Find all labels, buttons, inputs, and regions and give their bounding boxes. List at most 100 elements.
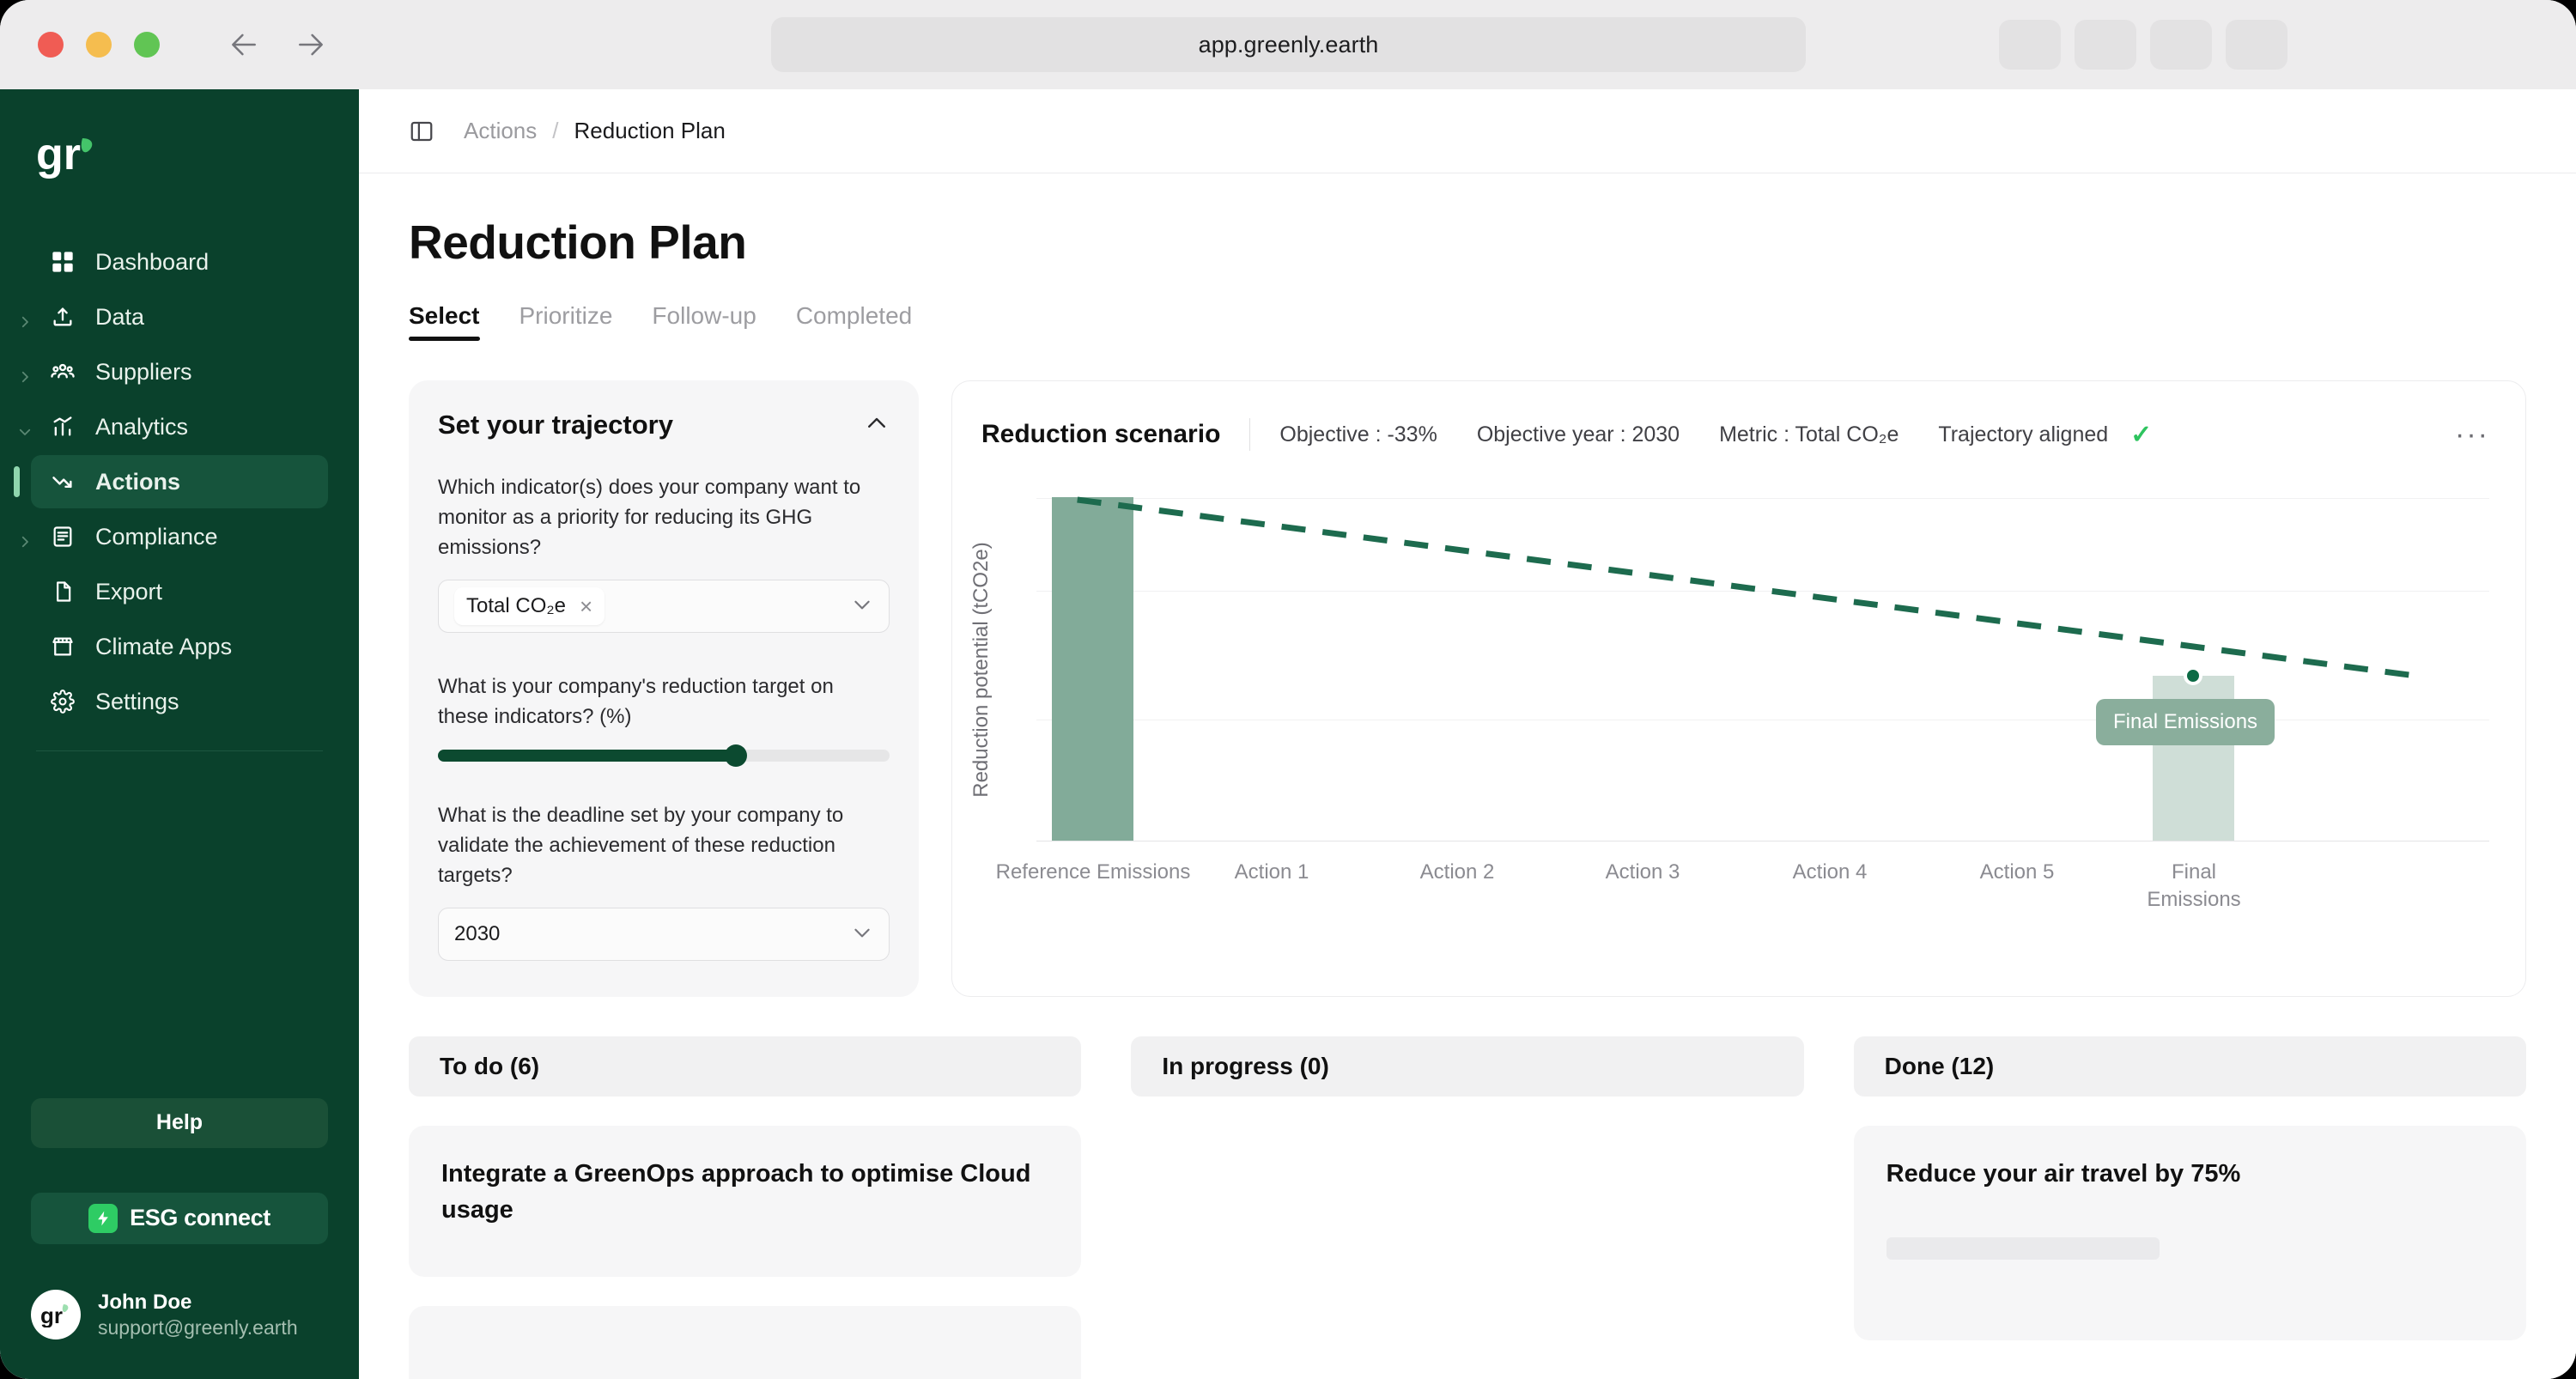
greenly-logo[interactable]: gr <box>36 129 328 182</box>
scenario-header: Reduction scenario Objective : -33% Obje… <box>981 410 2489 459</box>
task-card[interactable]: Integrate a GreenOps approach to optimis… <box>409 1126 1082 1278</box>
x-tick-label: Action 3 <box>1605 860 1680 884</box>
chevron-right-icon <box>17 364 33 383</box>
bar-chart-icon <box>48 412 77 441</box>
deadline-question: What is the deadline set by your company… <box>438 803 844 887</box>
x-tick-label: Final Emissions <box>2147 860 2241 912</box>
sidebar-item-label: Settings <box>95 688 179 714</box>
task-title: Integrate a GreenOps approach to optimis… <box>441 1160 1031 1224</box>
toolbar-button-4[interactable] <box>2226 20 2287 70</box>
chart-tooltip: Final Emissions <box>2096 699 2275 745</box>
chevron-down-icon[interactable] <box>851 593 873 620</box>
chevron-right-icon <box>17 529 33 548</box>
breadcrumb-bar: Actions / Reduction Plan <box>359 89 2576 173</box>
set-trajectory-title: Set your trajectory <box>438 410 673 440</box>
deadline-value: 2030 <box>454 922 501 946</box>
set-trajectory-card: Set your trajectory Which indicator(s) d… <box>409 380 919 998</box>
sidebar-item-label: Compliance <box>95 523 218 550</box>
sidebar-toggle-icon[interactable] <box>409 118 434 144</box>
kanban-column-in-progress: In progress (0) <box>1131 1036 1804 1379</box>
sidebar-item-export[interactable]: Export <box>31 565 328 618</box>
minimize-window-button[interactable] <box>86 32 112 58</box>
tab-select[interactable]: Select <box>409 302 480 341</box>
set-trajectory-header: Set your trajectory <box>438 410 890 440</box>
indicator-question: Which indicator(s) does your company wan… <box>438 476 861 559</box>
page-header: Reduction Plan Select Prioritize Follow-… <box>359 173 2576 341</box>
sidebar-item-climate-apps[interactable]: Climate Apps <box>31 620 328 673</box>
sidebar-item-settings[interactable]: Settings <box>31 675 328 728</box>
forward-button[interactable] <box>294 27 328 62</box>
target-question: What is your company's reduction target … <box>438 675 834 729</box>
user-email: support@greenly.earth <box>98 1316 298 1340</box>
maximize-window-button[interactable] <box>134 32 160 58</box>
document-list-icon <box>48 522 77 551</box>
sidebar-item-data[interactable]: Data <box>21 290 328 343</box>
user-profile[interactable]: gr John Doe support@greenly.earth <box>31 1289 328 1379</box>
breadcrumb-current: Reduction Plan <box>574 118 726 143</box>
scenario-chart: Reduction potential (tCO2e) Final Emissi… <box>969 498 2489 841</box>
grid-icon <box>48 247 77 276</box>
reduction-target-slider[interactable] <box>438 744 890 767</box>
chevron-down-icon[interactable] <box>851 921 873 948</box>
page-title: Reduction Plan <box>409 216 747 269</box>
esg-connect-label: ESG connect <box>130 1205 270 1231</box>
close-window-button[interactable] <box>38 32 64 58</box>
upload-icon <box>48 302 77 331</box>
address-bar[interactable]: app.greenly.earth <box>771 17 1806 72</box>
indicator-chip-label: Total CO₂e <box>466 594 567 618</box>
chevron-up-icon[interactable] <box>864 410 890 440</box>
slider-thumb[interactable] <box>725 744 748 767</box>
indicator-chip[interactable]: Total CO₂e × <box>454 587 605 626</box>
main-content: Actions / Reduction Plan Reduction Plan … <box>359 89 2576 1379</box>
reduction-scenario-card: Reduction scenario Objective : -33% Obje… <box>951 380 2526 998</box>
toolbar-button-3[interactable] <box>2150 20 2212 70</box>
task-card[interactable] <box>409 1306 1082 1379</box>
ellipsis-icon[interactable]: ··· <box>2455 418 2489 452</box>
back-button[interactable] <box>227 27 261 62</box>
sidebar-item-label: Dashboard <box>95 248 210 275</box>
target-trajectory-line <box>1036 498 2489 841</box>
breadcrumb-parent[interactable]: Actions <box>464 118 537 144</box>
help-button[interactable]: Help <box>31 1097 328 1148</box>
divider <box>1249 418 1251 451</box>
deadline-select[interactable]: 2030 <box>438 908 890 962</box>
tab-completed[interactable]: Completed <box>796 302 912 341</box>
sidebar-item-dashboard[interactable]: Dashboard <box>31 235 328 289</box>
browser-toolbar: app.greenly.earth <box>0 0 2576 89</box>
tab-follow-up[interactable]: Follow-up <box>652 302 756 341</box>
sidebar-nav: Dashboard Data Suppliers Analytics Actio… <box>14 235 328 751</box>
tab-prioritize[interactable]: Prioritize <box>519 302 613 341</box>
url-text: app.greenly.earth <box>1198 31 1379 58</box>
sidebar-item-actions[interactable]: Actions <box>14 455 328 508</box>
sidebar-item-suppliers[interactable]: Suppliers <box>21 345 328 398</box>
indicator-select[interactable]: Total CO₂e × <box>438 580 890 634</box>
lightning-bolt-icon <box>88 1203 118 1233</box>
check-icon: ✓ <box>2130 420 2153 449</box>
esg-connect-button[interactable]: ESG connect <box>31 1192 328 1244</box>
column-header: In progress (0) <box>1131 1036 1804 1097</box>
kanban-column-done: Done (12) Reduce your air travel by 75% <box>1853 1036 2526 1379</box>
metric-value: Metric : Total CO₂e <box>1719 422 1899 447</box>
slider-fill <box>438 749 737 762</box>
window-controls <box>38 32 160 58</box>
sidebar-item-compliance[interactable]: Compliance <box>21 510 328 563</box>
svg-text:gr: gr <box>40 1303 63 1327</box>
sidebar-item-label: Climate Apps <box>95 633 233 659</box>
task-card[interactable]: Reduce your air travel by 75% <box>1853 1126 2526 1341</box>
column-header: To do (6) <box>409 1036 1082 1097</box>
sidebar-item-analytics[interactable]: Analytics <box>19 400 328 453</box>
chart-y-axis-label: Reduction potential (tCO2e) <box>969 542 993 798</box>
x-tick-label: Action 2 <box>1419 860 1495 884</box>
svg-text:gr: gr <box>36 131 81 179</box>
avatar: gr <box>31 1290 81 1340</box>
toolbar-button-2[interactable] <box>2075 20 2136 70</box>
toolbar-button-1[interactable] <box>1999 20 2061 70</box>
chart-x-tick-labels: Reference Emissions Action 1 Action 2 Ac… <box>996 859 2489 919</box>
trajectory-status: Trajectory aligned <box>1938 422 2109 447</box>
navigation-buttons <box>227 27 328 62</box>
close-icon[interactable]: × <box>580 595 592 617</box>
sidebar-item-label: Data <box>95 303 145 330</box>
x-tick-label: Action 1 <box>1234 860 1309 884</box>
objective-year-value: Objective year : 2030 <box>1476 422 1680 447</box>
